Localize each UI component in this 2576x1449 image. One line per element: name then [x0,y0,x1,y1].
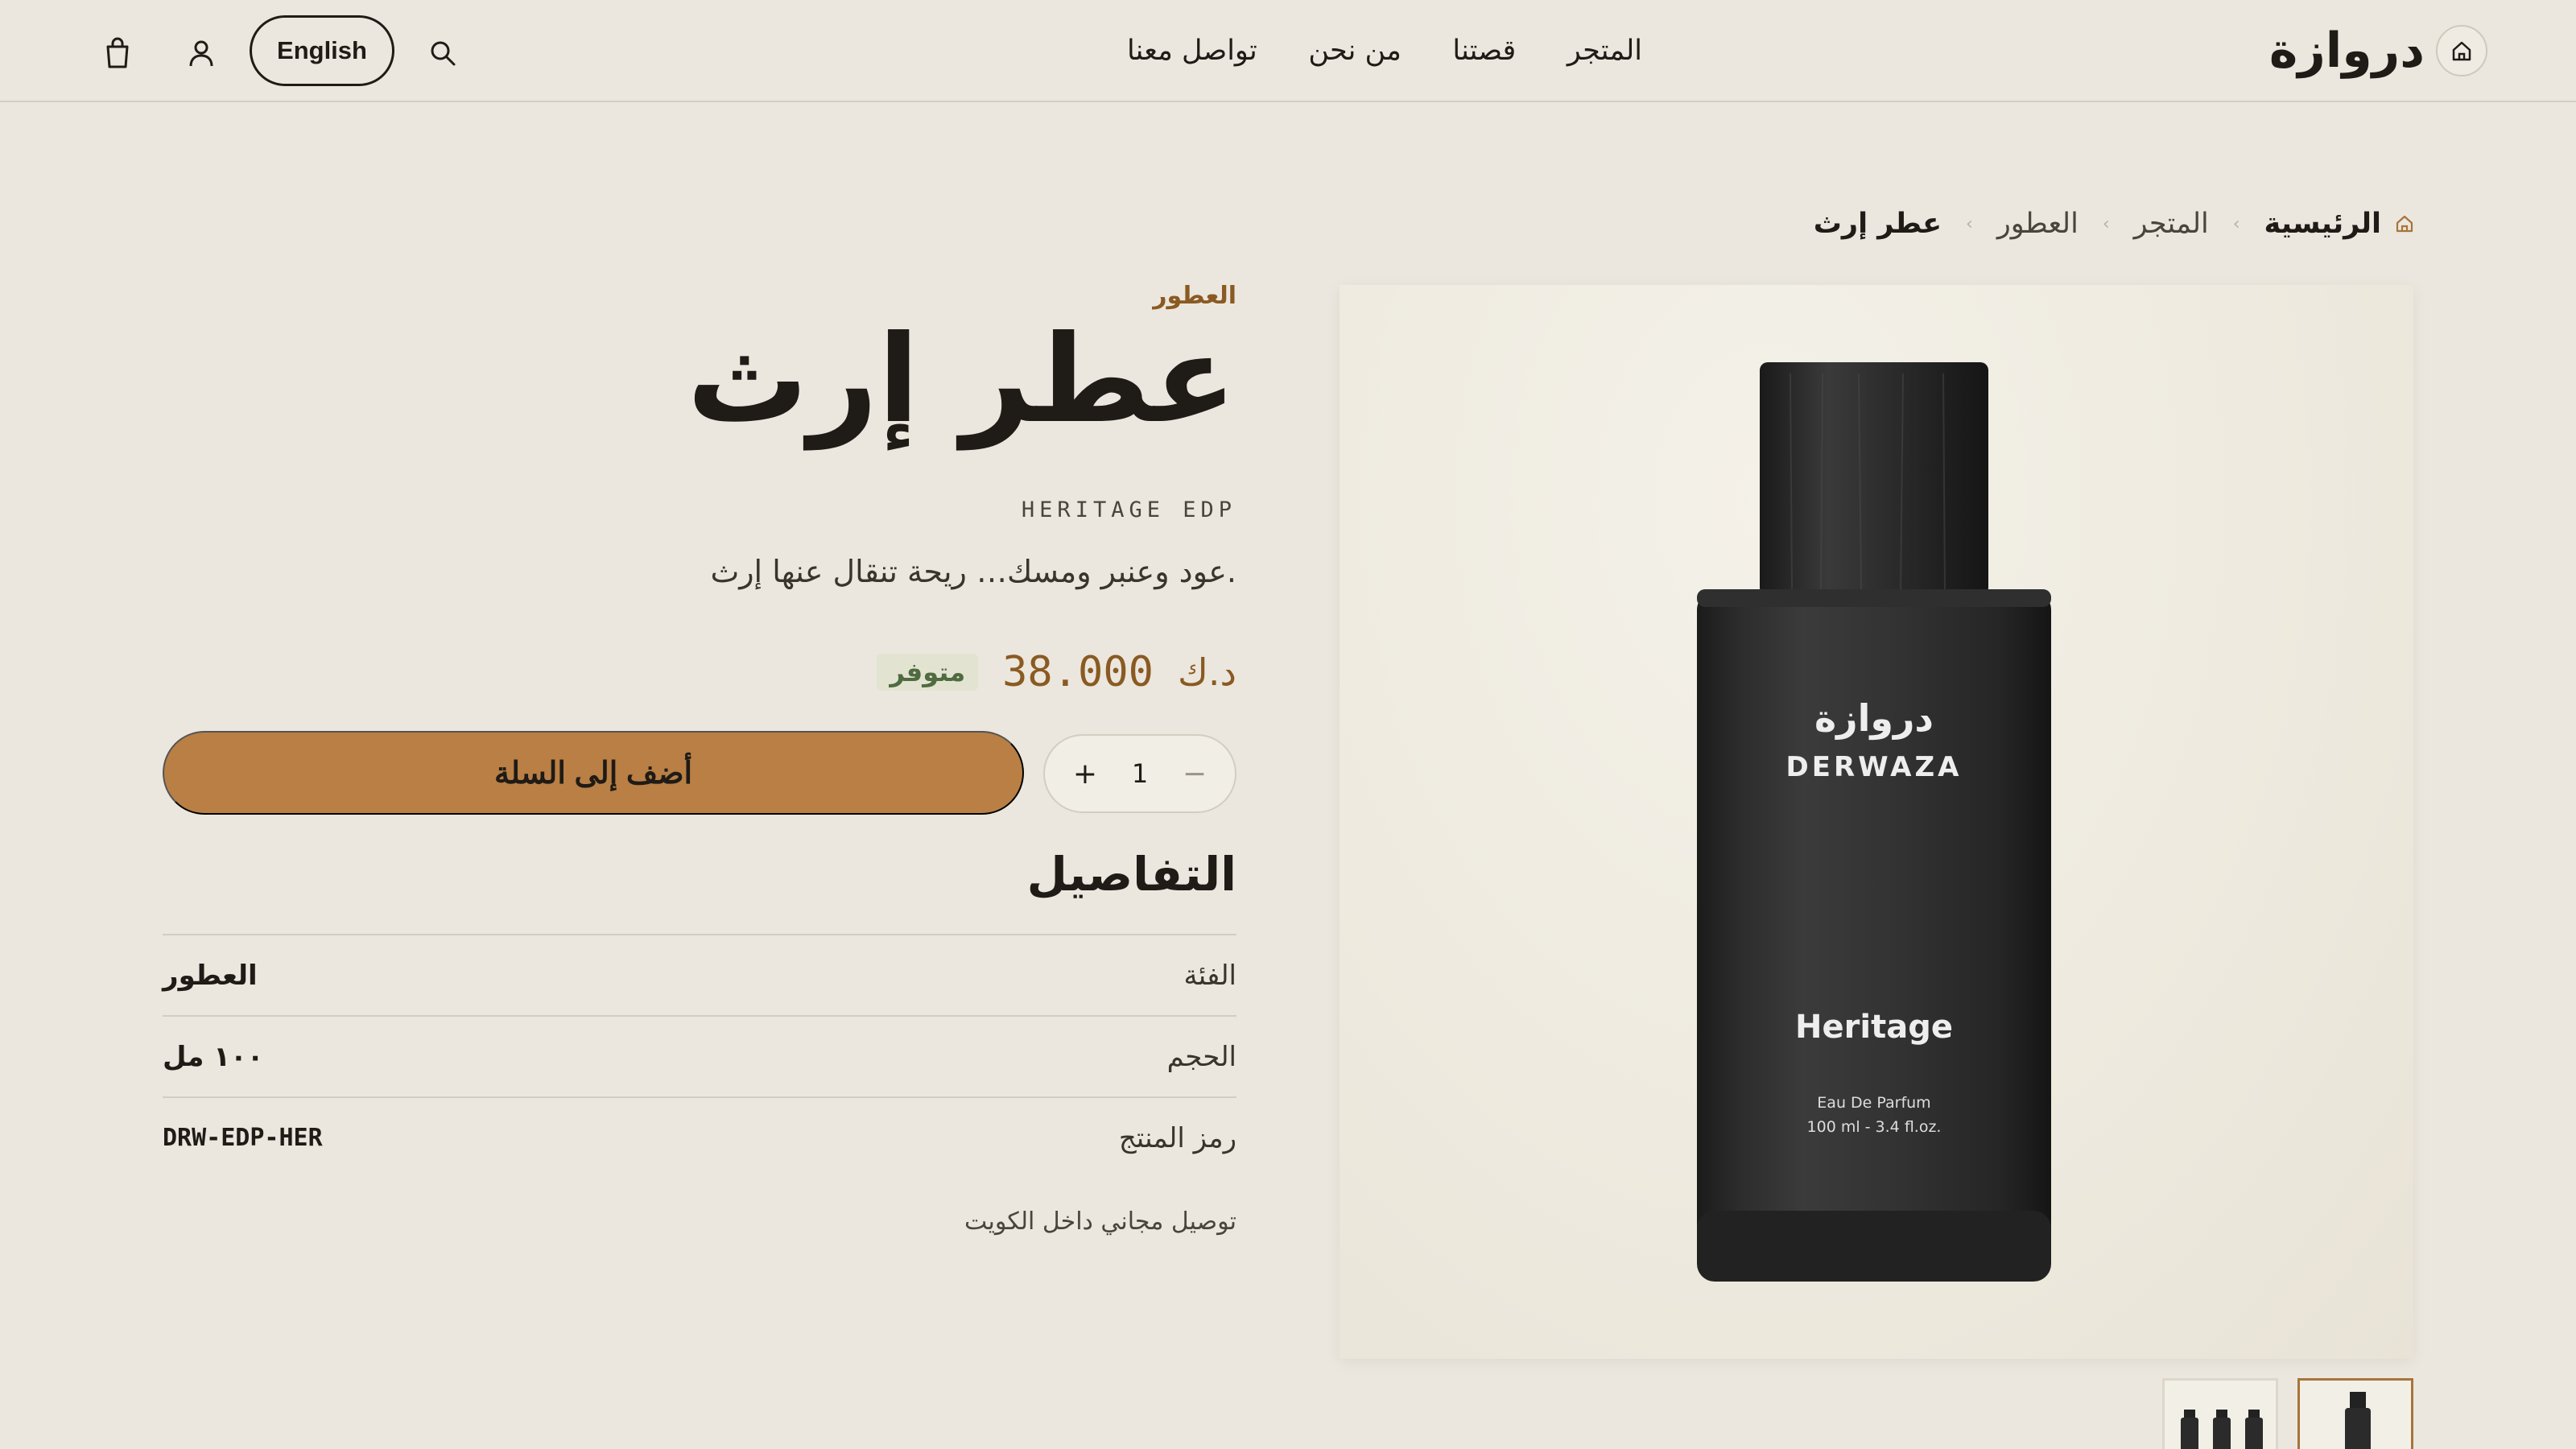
perfume-bottle-image: دروازة DERWAZA Heritage Eau De Parfum 10… [1697,362,2051,1282]
stock-status-badge: متوفر [877,654,979,691]
price-value: 38.000 [1002,648,1154,696]
shopping-bag-icon [106,37,129,68]
chevron-left-icon: ‹ [2102,213,2110,234]
breadcrumb: الرئيسية ‹ المتجر ‹ العطور ‹ عطر إرث [1814,200,2415,248]
breadcrumb-category[interactable]: العطور [1997,208,2079,240]
price-row: د.ك 38.000 متوفر [877,644,1236,700]
cart-button[interactable] [97,32,138,74]
detail-label: الحجم [1166,1040,1236,1073]
nav-item-shop[interactable]: المتجر [1567,35,1642,67]
breadcrumb-home-label: الرئيسية [2264,208,2381,240]
bottle-brand-ar: دروازة [1814,696,1934,740]
quantity-stepper: − 1 + [1043,734,1236,813]
chevron-left-icon: ‹ [1966,213,1973,234]
price-currency: د.ك [1177,650,1236,694]
add-to-cart-button[interactable]: أضف إلى السلة [163,731,1024,815]
account-button[interactable] [180,32,222,74]
nav-item-about[interactable]: من نحن [1308,35,1402,67]
language-toggle-button[interactable]: English [250,15,394,86]
detail-value: DRW-EDP-HER [163,1124,323,1152]
detail-row-sku: رمز المنتج DRW-EDP-HER [163,1096,1236,1178]
thumbnail-1[interactable] [2162,1378,2278,1449]
detail-label: الفئة [1183,959,1237,992]
home-icon [2436,25,2487,76]
detail-label: رمز المنتج [1118,1121,1236,1154]
site-header: English المتجر قصتنا من نحن تواصل معنا د… [0,0,2576,102]
chevron-left-icon: ‹ [2232,213,2240,234]
breadcrumb-current: عطر إرث [1813,208,1942,240]
search-button[interactable] [422,32,464,74]
product-title: عطر إرث [687,310,1236,450]
bottle-thumbnail [2345,1392,2371,1449]
thumbnail-2-selected[interactable] [2297,1378,2413,1449]
detail-value: العطور [163,959,258,992]
brand-logo[interactable]: دروازة [2269,14,2487,87]
search-icon [431,41,456,66]
nav-item-contact[interactable]: تواصل معنا [1127,35,1257,67]
shipping-note: توصيل مجاني داخل الكويت [964,1208,1236,1236]
home-icon [2396,215,2413,233]
quantity-value[interactable]: 1 [1132,758,1148,789]
bottle-trio-thumbnail [2181,1410,2263,1449]
bottle-brand-en: DERWAZA [1786,751,1963,783]
product-description: عود وعنبر ومسك… ريحة تنقال عنها إرث. [710,554,1236,589]
detail-row-category: الفئة العطور [163,934,1236,1015]
product-subtitle: HERITAGE EDP [1021,497,1236,522]
main-nav: المتجر قصتنا من نحن تواصل معنا [1127,24,1642,77]
bottle-name: Heritage [1795,1009,1953,1046]
nav-item-our-story[interactable]: قصتنا [1452,35,1516,67]
quantity-decrease-button[interactable]: − [1179,758,1211,791]
user-icon [189,40,213,67]
brand-name: دروازة [2268,23,2425,79]
bottle-type: Eau De Parfum [1817,1094,1930,1112]
bottle-volume: 100 ml - 3.4 fl.oz. [1807,1118,1942,1136]
breadcrumb-shop[interactable]: المتجر [2134,208,2209,240]
details-heading: التفاصيل [1026,847,1236,902]
detail-value: ١٠٠ مل [163,1040,264,1073]
quantity-increase-button[interactable]: + [1069,758,1101,791]
detail-row-size: الحجم ١٠٠ مل [163,1015,1236,1096]
product-category-label[interactable]: العطور [1153,282,1236,310]
details-table: الفئة العطور الحجم ١٠٠ مل رمز المنتج DRW… [163,934,1236,1178]
breadcrumb-home[interactable]: الرئيسية [2264,208,2415,240]
product-main-image[interactable]: دروازة DERWAZA Heritage Eau De Parfum 10… [1340,285,2413,1359]
